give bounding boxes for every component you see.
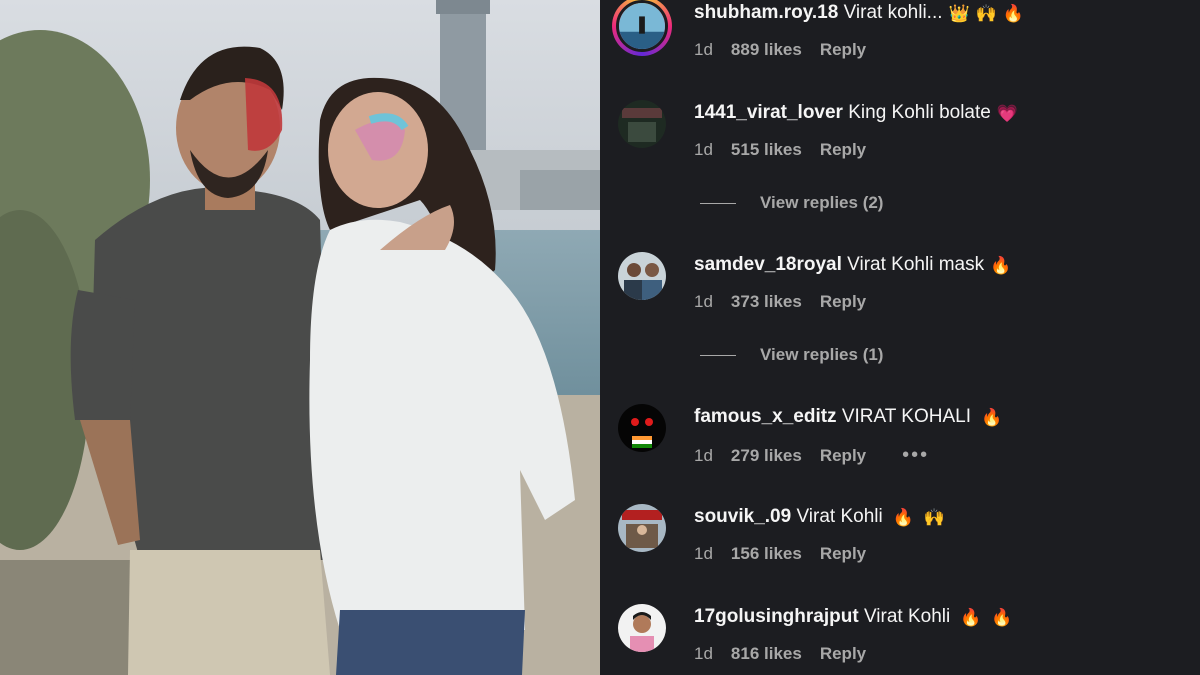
comment-item: 17golusinghrajput Virat Kohli 🔥 🔥 1d 816 l… [600, 604, 1200, 675]
reply-button[interactable]: Reply [820, 40, 866, 60]
comment-item: souvik_.09 Virat Kohli 🔥 🙌 1d 156 likes Re… [600, 504, 1200, 584]
comment-text: Virat Kohli [796, 506, 883, 527]
view-replies-button[interactable]: View replies (1) [700, 343, 883, 367]
comment-likes[interactable]: 889 likes [731, 40, 802, 60]
comment-username[interactable]: samdev_18royal [694, 254, 842, 275]
comment-likes[interactable]: 515 likes [731, 140, 802, 160]
comment-username[interactable]: famous_x_editz [694, 406, 837, 427]
comment-likes[interactable]: 279 likes [731, 446, 802, 466]
avatar[interactable] [618, 504, 666, 552]
comment-likes[interactable]: 373 likes [731, 292, 802, 312]
divider-line [700, 202, 736, 204]
fire-emoji: 🔥 [892, 508, 914, 527]
comment-text: Virat Kohli [863, 606, 951, 627]
post-photo [0, 0, 600, 675]
avatar[interactable] [618, 252, 666, 300]
crown-emoji: 👑 [948, 4, 970, 23]
fire-emoji: 🔥 [1002, 4, 1025, 23]
reply-button[interactable]: Reply [820, 644, 866, 664]
comment-text: Virat kohli... [843, 2, 943, 23]
avatar[interactable] [618, 100, 666, 148]
raised-hands-emoji: 🙌 [923, 508, 946, 527]
comment-likes[interactable]: 816 likes [731, 644, 802, 664]
comment-age: 1d [694, 292, 713, 311]
view-replies-label: View replies (1) [760, 345, 884, 364]
comment-age: 1d [694, 644, 713, 663]
comment-text: Virat Kohli mask [847, 254, 985, 275]
comment-text: VIRAT KOHALI [841, 406, 971, 427]
fire-emoji: 🔥 [981, 408, 1003, 427]
comment-text: King Kohli bolate [848, 102, 991, 123]
fire-emoji: 🔥 [990, 256, 1012, 275]
comment-item: shubham.roy.18 Virat kohli... 👑 🙌 🔥 1d 889 … [600, 0, 1200, 80]
reply-button[interactable]: Reply [820, 140, 866, 160]
fire-emoji: 🔥 [960, 608, 982, 627]
comments-panel: shubham.roy.18 Virat kohli... 👑 🙌 🔥 1d 889 … [600, 0, 1200, 675]
avatar[interactable] [618, 404, 666, 452]
view-replies-label: View replies (2) [760, 193, 884, 212]
avatar[interactable] [612, 0, 672, 56]
divider-line [700, 354, 736, 356]
comment-username[interactable]: souvik_.09 [694, 506, 791, 527]
heart-emoji: 💗 [996, 104, 1019, 123]
comment-username[interactable]: 1441_virat_lover [694, 102, 843, 123]
reply-button[interactable]: Reply [820, 292, 866, 312]
reply-button[interactable]: Reply [820, 544, 866, 564]
comment-username[interactable]: 17golusinghrajput [694, 606, 859, 627]
comment-item: 1441_virat_lover King Kohli bolate 💗 1d 5… [600, 100, 1200, 180]
comment-item: samdev_18royal Virat Kohli mask 🔥 1d 373 … [600, 252, 1200, 332]
comment-age: 1d [694, 140, 713, 159]
comment-age: 1d [694, 544, 713, 563]
comment-username[interactable]: shubham.roy.18 [694, 2, 838, 23]
avatar[interactable] [618, 604, 666, 652]
comment-likes[interactable]: 156 likes [731, 544, 802, 564]
reply-button[interactable]: Reply [820, 446, 866, 466]
comment-item: famous_x_editz VIRAT KOHALI 🔥 1d 279 like… [600, 404, 1200, 484]
comment-age: 1d [694, 40, 713, 59]
raised-hands-emoji: 🙌 [975, 4, 997, 23]
comment-age: 1d [694, 445, 713, 465]
fire-emoji: 🔥 [991, 608, 1013, 627]
more-options-icon[interactable]: ••• [902, 444, 929, 467]
view-replies-button[interactable]: View replies (2) [700, 191, 883, 215]
